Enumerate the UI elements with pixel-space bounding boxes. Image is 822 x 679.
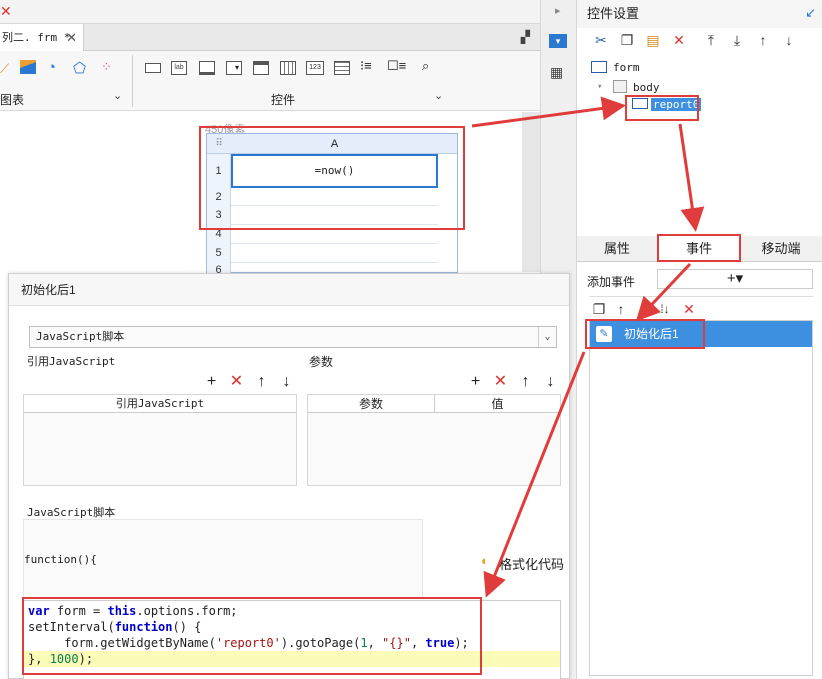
close-icon[interactable]: ✕ [0,3,12,20]
close-tab-icon[interactable]: ✕ [66,24,77,51]
event-toolbar: ❐ ↑ ↓ ⁞↓ ✕ [589,296,813,320]
textarea-widget-icon[interactable] [334,61,350,75]
form-icon [591,61,607,73]
date-widget-icon[interactable] [280,61,296,75]
cut-icon[interactable]: ✂ [591,30,611,50]
row-header-6[interactable]: 6 [207,263,231,273]
format-code-button[interactable]: 格式化代码 [499,554,564,573]
cell-a5[interactable] [231,244,438,263]
add-event-dropdown[interactable]: +▾ [657,269,813,289]
ref-js-column-header: 引用JavaScript [24,395,296,413]
group-divider [132,55,133,107]
checkbox-group-icon[interactable]: ☐≡ [387,58,406,74]
expand-icon[interactable]: ▾ [597,82,602,92]
panel-title: 控件设置 [577,0,822,28]
highlight-event-item [585,319,705,349]
params-tools: + ✕ ↑ ↓ [463,371,563,391]
dialog-title: 初始化后1 [9,274,569,306]
up-icon[interactable]: ↑ [249,373,274,391]
canvas-margin [522,112,540,272]
params-column-header: 参数 [358,397,383,411]
tree-node-body[interactable]: body [633,81,660,94]
chevron-down-icon[interactable]: ⌄ [538,327,556,347]
widget-tree: form ▾ body report0 [577,56,822,232]
add-icon[interactable]: + [463,373,488,391]
script-title: JavaScript脚本 [27,506,116,519]
ref-js-title: 引用JavaScript [27,355,116,368]
copy-event-icon[interactable]: ❐ [589,299,609,319]
highlight-code [22,597,482,675]
tree-node-form[interactable]: form [613,61,640,74]
params-header: 参数 值 [308,395,560,413]
highlight-report0 [625,95,699,121]
event-bottom-icon[interactable]: ⁞↓ [655,299,675,319]
button-widget-icon[interactable] [145,63,161,73]
down-icon[interactable]: ↓ [274,373,299,391]
collapse-icon[interactable]: ▸ [555,4,561,17]
function-header: function(){ [24,553,97,566]
number-widget-icon[interactable]: 123 [306,61,324,75]
body-icon [613,80,627,93]
format-code-icon[interactable]: ◐ [481,553,489,568]
text-widget-icon[interactable] [199,61,215,75]
panel-toolbar: ✂ ❐ ▤ ✕ ⤒ ⤓ ↑ ↓ [577,28,822,54]
event-down-icon[interactable]: ↓ [633,299,653,319]
widget-group-chevron-icon[interactable]: ⌄ [434,89,443,102]
row-header-5[interactable]: 5 [207,244,231,263]
add-icon[interactable]: + [199,373,224,391]
list-widget-icon[interactable] [253,61,269,75]
top-bar: ✕ [0,0,540,24]
chart-group-label: 图表 [0,93,25,107]
event-list: ✎ 初始化后1 [589,320,813,676]
dock-arrow-icon[interactable]: ↙ [805,5,816,21]
move-top-icon[interactable]: ⤒ [701,30,721,50]
scatter-chart-icon[interactable]: ⁘ [101,59,112,75]
paste-icon[interactable]: ▤ [643,30,663,50]
up-icon[interactable]: ↑ [513,373,538,391]
move-bottom-icon[interactable]: ⤓ [727,30,747,50]
widget-toolbar: ⟋ ◔ ⬠ ⁘ lab ▾ 123 ⁝≡ ☐≡ ⌕ 图表 ⌄ 控件 ⌄ [0,51,540,111]
add-event-row: 添加事件 +▾ [577,266,822,294]
move-up-icon[interactable]: ↑ [753,30,773,50]
script-type-select[interactable]: JavaScript脚本 ⌄ [29,326,557,348]
event-up-icon[interactable]: ↑ [611,299,631,319]
file-tab[interactable]: 列二. frm * ✕ [0,24,84,51]
add-event-label: 添加事件 [587,275,636,289]
ref-js-tools: + ✕ ↑ ↓ [199,371,299,391]
widget-group-label: 控件 [271,93,296,107]
file-tab-label: 列二. frm * [2,31,71,44]
radar-chart-icon[interactable]: ⬠ [73,59,86,77]
area-chart-icon[interactable] [20,60,36,74]
params-title: 参数 [309,355,334,369]
chart-group-chevron-icon[interactable]: ⌄ [113,89,122,102]
tab-properties[interactable]: 属性 [577,236,657,262]
label-widget-icon[interactable]: lab [171,61,187,75]
copy-icon[interactable]: ❐ [617,30,637,50]
delete-event-icon[interactable]: ✕ [679,299,699,319]
layout-icon[interactable]: ▦ [550,64,563,81]
delete-icon[interactable]: ✕ [669,30,689,50]
highlight-report [199,126,465,230]
line-chart-icon[interactable]: ⟋ [0,61,9,77]
down-icon[interactable]: ↓ [538,373,563,391]
combo-widget-icon[interactable]: ▾ [226,61,242,75]
search-widget-icon[interactable]: ⌕ [422,58,429,74]
highlight-events-tab [657,234,741,262]
params-table[interactable]: 参数 值 [307,394,561,486]
value-column-header: 值 [434,395,560,413]
pin-icon[interactable]: ▞ [521,30,530,44]
delete-icon[interactable]: ✕ [224,371,249,391]
gauge-icon[interactable]: ◔ [47,59,56,76]
editor-tab-bar: 列二. frm * ✕ ▞ [0,24,540,51]
script-type-value: JavaScript脚本 [36,330,125,343]
tab-mobile[interactable]: 移动端 [741,236,821,262]
move-down-icon[interactable]: ↓ [779,30,799,50]
radio-group-icon[interactable]: ⁝≡ [360,58,372,74]
widget-settings-icon[interactable]: ▾ [549,34,567,48]
ref-js-table[interactable]: 引用JavaScript [23,394,297,486]
delete-icon[interactable]: ✕ [488,371,513,391]
